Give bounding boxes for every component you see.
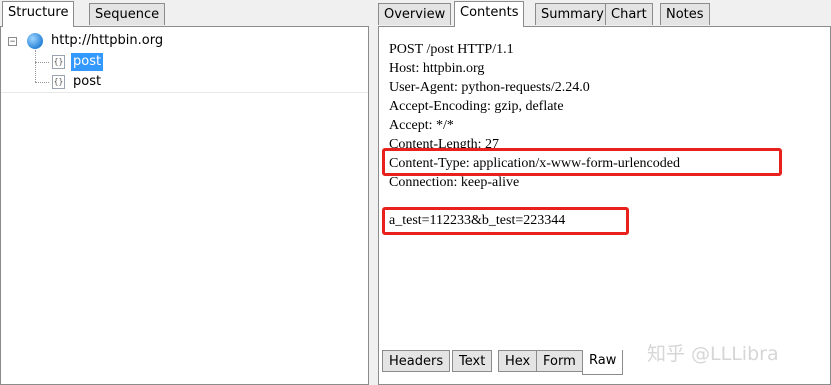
raw-request-text: POST /post HTTP/1.1 Host: httpbin.org Us… xyxy=(389,40,680,230)
request-node-post[interactable]: post xyxy=(71,73,103,91)
content-type-highlight xyxy=(382,148,782,176)
tree-connector xyxy=(35,50,36,82)
request-icon: {} xyxy=(52,55,65,69)
header-user-agent: User-Agent: python-requests/2.24.0 xyxy=(389,80,590,95)
tab-text[interactable]: Text xyxy=(452,350,493,372)
structure-tree: − http://httpbin.org {} post {} post xyxy=(0,26,369,385)
tab-overview[interactable]: Overview xyxy=(378,3,452,25)
header-host: Host: httpbin.org xyxy=(389,61,485,76)
tree-connector xyxy=(35,62,49,63)
contents-panel: Overview Contents Summary Chart Notes PO… xyxy=(376,0,831,385)
watermark: 知乎 @LLLibra xyxy=(647,343,779,365)
header-accept-encoding: Accept-Encoding: gzip, deflate xyxy=(389,99,564,114)
tab-headers[interactable]: Headers xyxy=(382,350,451,372)
tab-notes[interactable]: Notes xyxy=(660,3,710,25)
request-icon: {} xyxy=(52,75,65,89)
host-node[interactable]: http://httpbin.org xyxy=(49,32,165,50)
body-highlight xyxy=(382,207,629,235)
request-content-view[interactable]: POST /post HTTP/1.1 Host: httpbin.org Us… xyxy=(378,26,831,385)
tab-hex[interactable]: Hex xyxy=(498,350,538,372)
tab-form[interactable]: Form xyxy=(536,350,583,372)
tab-sequence[interactable]: Sequence xyxy=(89,3,166,25)
tab-summary[interactable]: Summary xyxy=(535,3,610,25)
request-line: POST /post HTTP/1.1 xyxy=(389,42,514,57)
row-divider xyxy=(1,92,368,93)
tab-structure[interactable]: Structure xyxy=(2,1,75,27)
globe-icon xyxy=(27,33,43,49)
tree-connector xyxy=(35,82,49,83)
structure-panel: Structure Sequence − http://httpbin.org … xyxy=(0,0,371,385)
tab-chart[interactable]: Chart xyxy=(605,3,653,25)
header-accept: Accept: */* xyxy=(389,118,454,133)
collapse-toggle[interactable]: − xyxy=(8,37,17,46)
request-node-post-selected[interactable]: post xyxy=(71,53,104,71)
tab-contents[interactable]: Contents xyxy=(454,1,525,27)
tab-raw[interactable]: Raw xyxy=(582,350,624,375)
